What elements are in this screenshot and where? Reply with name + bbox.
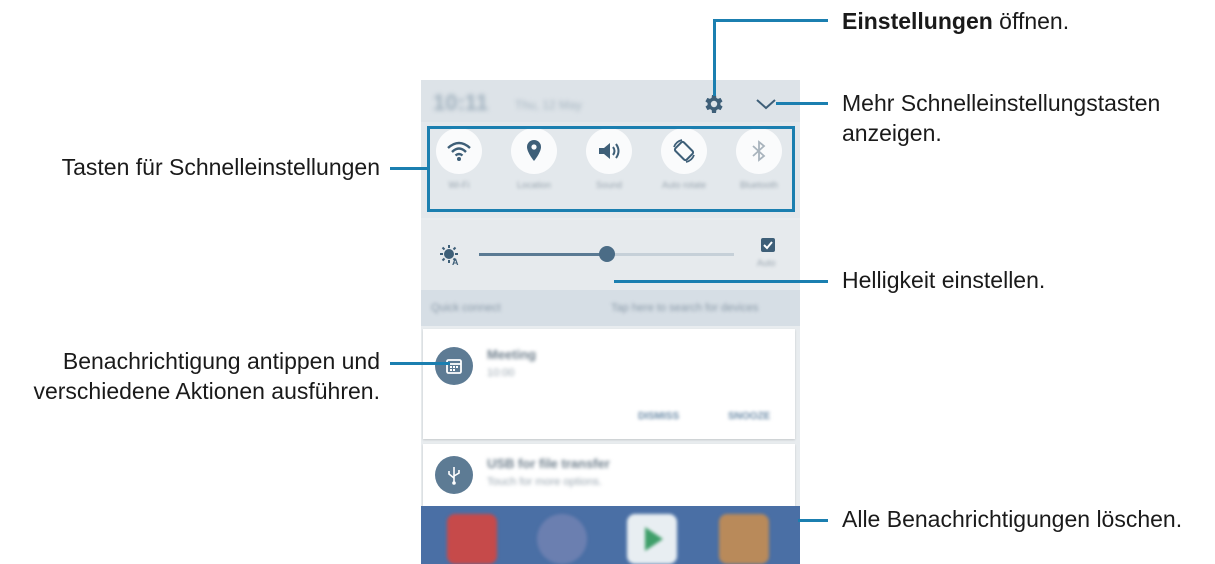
brightness-thumb[interactable] <box>598 246 615 262</box>
more-buttons-callout: Mehr Schnelleinstellungstasten anzeigen. <box>842 90 1161 146</box>
play-store-icon[interactable] <box>627 514 677 564</box>
brightness-leader-line <box>614 280 828 283</box>
app-icon[interactable] <box>447 514 497 564</box>
date: Thu, 12 May <box>515 98 582 112</box>
brightness-auto-icon: A <box>440 245 459 266</box>
notification-subtitle: 10:00 <box>487 367 515 379</box>
notification-leader-line <box>390 362 450 365</box>
quick-connect-hint: Tap here to search for devices <box>611 302 759 314</box>
svg-text:A: A <box>452 257 459 266</box>
clear-leader-line <box>798 519 828 522</box>
quick-buttons-callout: Tasten für Schnelleinstellungen <box>61 154 380 180</box>
status-row: 10:11 Thu, 12 May <box>421 80 800 122</box>
brightness-fill <box>479 253 607 256</box>
notification-title: USB for file transfer <box>487 456 610 471</box>
dismiss-button[interactable]: DISMISS <box>638 411 679 422</box>
clear-all-callout: Alle Benachrichtigungen löschen. <box>842 506 1183 532</box>
settings-callout: Einstellungen öffnen. <box>842 8 1070 34</box>
notification-card[interactable]: USB for file transfer Touch for more opt… <box>423 444 795 506</box>
quick-settings-highlight <box>427 126 795 212</box>
auto-brightness-checkbox[interactable] <box>761 238 775 252</box>
brightness-callout: Helligkeit einstellen. <box>842 267 1046 293</box>
clock: 10:11 <box>433 90 489 115</box>
settings-leader-line-h <box>713 19 828 22</box>
quick-connect-bar[interactable]: Quick connect Tap here to search for dev… <box>421 290 800 326</box>
snooze-button[interactable]: SNOOZE <box>728 411 770 422</box>
home-screen-dock <box>421 506 800 564</box>
camera-icon[interactable] <box>537 514 587 564</box>
notification-callout: Benachrichtigung antippen und verschiede… <box>33 348 380 404</box>
auto-brightness-label: Auto <box>757 258 776 268</box>
brightness-slider[interactable] <box>479 246 734 262</box>
usb-icon <box>435 456 473 494</box>
quick-buttons-leader-line <box>390 167 427 170</box>
settings-leader-line <box>713 19 716 96</box>
quick-connect-label: Quick connect <box>431 302 501 314</box>
notification-card[interactable]: Meeting 10:00 DISMISS SNOOZE <box>423 329 795 439</box>
folder-icon[interactable] <box>719 514 769 564</box>
expand-leader-line <box>776 102 828 105</box>
calendar-icon <box>435 347 473 385</box>
notification-title: Meeting <box>487 347 537 362</box>
notification-subtitle: Touch for more options. <box>487 476 602 488</box>
